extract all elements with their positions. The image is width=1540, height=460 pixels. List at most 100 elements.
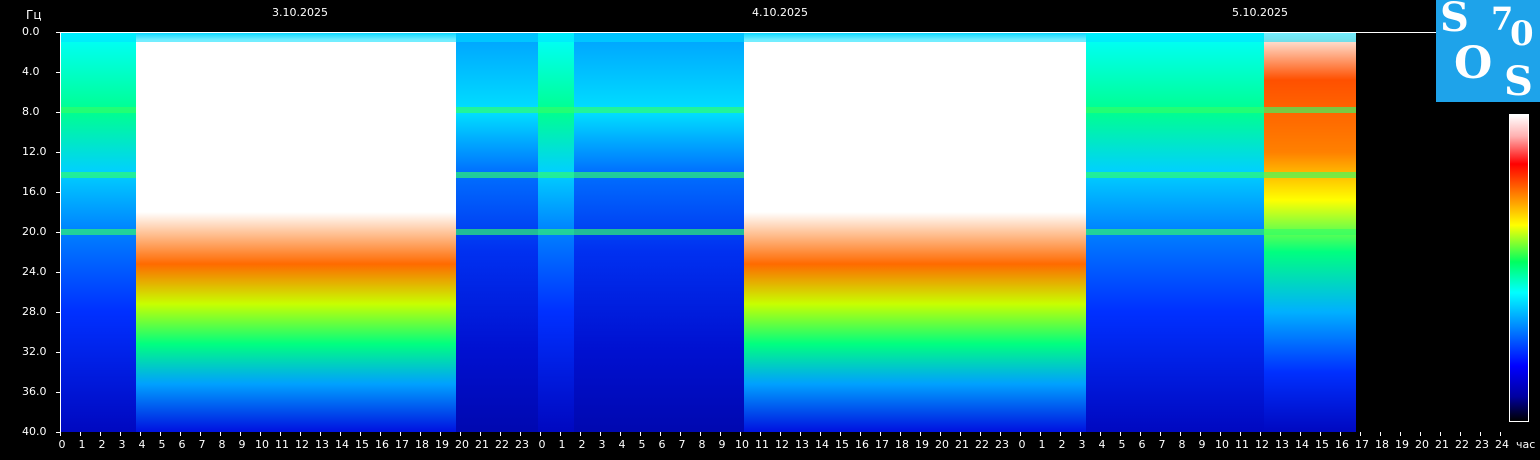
x-tick-mark	[420, 432, 421, 436]
x-tick-mark	[280, 432, 281, 436]
x-tick-label: 15	[835, 438, 849, 451]
x-tick-label: 20	[455, 438, 469, 451]
x-tick-label: 1	[78, 438, 86, 451]
x-tick-label: 24	[1495, 438, 1509, 451]
x-tick-mark	[880, 432, 881, 436]
x-tick-mark	[900, 432, 901, 436]
x-tick-mark	[1320, 432, 1321, 436]
x-tick-label: 14	[1295, 438, 1309, 451]
x-tick-label: 0	[58, 438, 66, 451]
x-tick-label: 10	[735, 438, 749, 451]
x-tick-mark	[460, 432, 461, 436]
x-axis-unit: час	[1516, 438, 1536, 451]
resonance-band	[1264, 172, 1356, 178]
x-tick-mark	[1120, 432, 1121, 436]
x-tick-mark	[1220, 432, 1221, 436]
x-tick-label: 21	[475, 438, 489, 451]
x-tick-label: 4	[618, 438, 626, 451]
x-tick-mark	[480, 432, 481, 436]
x-tick-label: 13	[1275, 438, 1289, 451]
x-tick-mark	[1140, 432, 1141, 436]
y-tick-label: 12.0	[22, 145, 47, 158]
x-tick-mark	[500, 432, 501, 436]
logo-letter-o: O	[1454, 38, 1493, 89]
x-tick-label: 12	[775, 438, 789, 451]
x-tick-label: 22	[975, 438, 989, 451]
resonance-band	[1264, 229, 1356, 235]
x-tick-label: 14	[335, 438, 349, 451]
x-tick-mark	[960, 432, 961, 436]
x-tick-mark	[760, 432, 761, 436]
low-frequency-strip	[60, 32, 1356, 42]
x-tick-mark	[120, 432, 121, 436]
x-tick-label: 17	[1355, 438, 1369, 451]
resonance-band	[456, 229, 538, 235]
x-tick-label: 9	[1198, 438, 1206, 451]
x-tick-label: 4	[138, 438, 146, 451]
logo-letter-s2: S	[1504, 58, 1533, 105]
x-tick-label: 14	[815, 438, 829, 451]
x-tick-mark	[660, 432, 661, 436]
x-tick-label: 8	[1178, 438, 1186, 451]
date-label: 5.10.2025	[1232, 6, 1288, 19]
spectrogram-plot	[60, 32, 1500, 432]
intensity-segment	[136, 32, 456, 432]
resonance-band	[1264, 107, 1356, 113]
x-tick-label: 17	[875, 438, 889, 451]
x-tick-label: 12	[295, 438, 309, 451]
x-tick-label: 19	[1395, 438, 1409, 451]
y-tick-label: 40.0	[22, 425, 47, 438]
date-label: 3.10.2025	[272, 6, 328, 19]
x-tick-label: 11	[755, 438, 769, 451]
x-tick-mark	[680, 432, 681, 436]
x-tick-label: 5	[638, 438, 646, 451]
x-tick-mark	[200, 432, 201, 436]
resonance-band	[1086, 172, 1264, 178]
y-tick-label: 4.0	[22, 65, 40, 78]
y-tick-label: 32.0	[22, 345, 47, 358]
x-tick-label: 17	[395, 438, 409, 451]
x-tick-mark	[380, 432, 381, 436]
x-tick-mark	[640, 432, 641, 436]
x-tick-label: 15	[1315, 438, 1329, 451]
x-tick-mark	[260, 432, 261, 436]
y-tick-label: 16.0	[22, 185, 47, 198]
x-tick-mark	[60, 432, 61, 436]
y-axis-unit: Гц	[26, 8, 42, 22]
x-tick-label: 21	[955, 438, 969, 451]
y-tick-label: 0.0	[22, 25, 40, 38]
x-tick-label: 6	[1138, 438, 1146, 451]
x-tick-mark	[440, 432, 441, 436]
x-tick-mark	[1300, 432, 1301, 436]
x-tick-label: 16	[375, 438, 389, 451]
x-tick-label: 0	[538, 438, 546, 451]
x-tick-mark	[1020, 432, 1021, 436]
x-tick-label: 2	[578, 438, 586, 451]
x-tick-label: 13	[315, 438, 329, 451]
x-tick-label: 0	[1018, 438, 1026, 451]
x-tick-label: 23	[1475, 438, 1489, 451]
x-tick-label: 1	[558, 438, 566, 451]
x-tick-label: 3	[1078, 438, 1086, 451]
x-tick-mark	[340, 432, 341, 436]
x-tick-label: 4	[1098, 438, 1106, 451]
x-tick-mark	[100, 432, 101, 436]
x-tick-label: 18	[415, 438, 429, 451]
x-tick-mark	[1040, 432, 1041, 436]
resonance-band	[60, 107, 136, 113]
x-tick-mark	[1480, 432, 1481, 436]
x-tick-mark	[1360, 432, 1361, 436]
x-tick-mark	[1080, 432, 1081, 436]
x-tick-label: 8	[698, 438, 706, 451]
x-tick-mark	[1060, 432, 1061, 436]
x-tick-mark	[860, 432, 861, 436]
x-tick-mark	[840, 432, 841, 436]
x-tick-label: 23	[995, 438, 1009, 451]
x-tick-mark	[700, 432, 701, 436]
x-tick-mark	[1000, 432, 1001, 436]
x-tick-label: 12	[1255, 438, 1269, 451]
x-tick-label: 6	[658, 438, 666, 451]
x-tick-mark	[580, 432, 581, 436]
x-tick-label: 7	[1158, 438, 1166, 451]
x-tick-mark	[1180, 432, 1181, 436]
